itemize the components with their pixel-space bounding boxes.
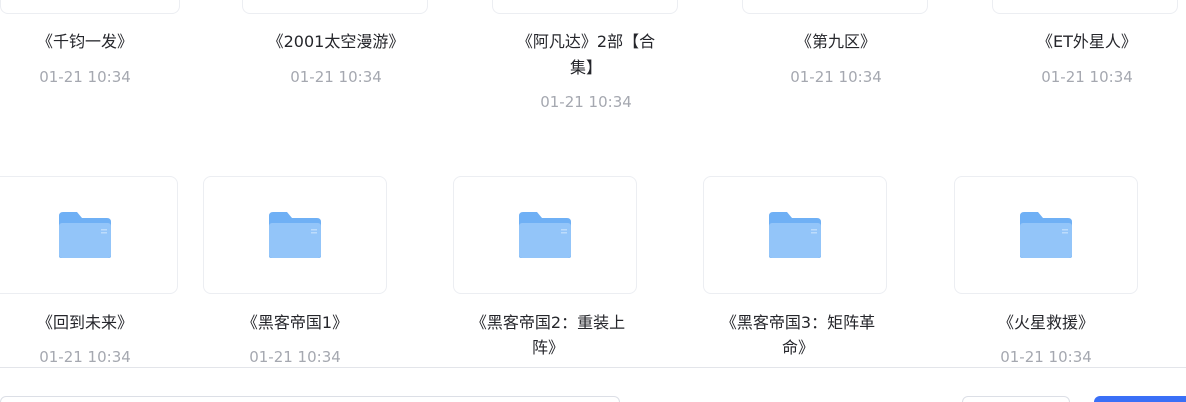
folder-name[interactable]: 《黑客帝国1》 [200, 310, 390, 336]
folder-name-line-1[interactable]: 《阿凡达》2部【合 [491, 29, 681, 55]
folder-name[interactable]: 《第九区》 [741, 29, 931, 55]
secondary-button[interactable] [962, 396, 1070, 402]
folder-date: 01-21 10:34 [249, 348, 341, 366]
folder-name-line-1[interactable]: 《黑客帝国3：矩阵革 [703, 310, 893, 336]
folder-date: 01-21 10:34 [39, 348, 131, 366]
folder-name-line-2[interactable]: 集】 [491, 55, 681, 81]
primary-button[interactable] [1094, 396, 1186, 402]
folder-date: 01-21 10:34 [1041, 68, 1133, 86]
folder-name-line-1[interactable]: 《黑客帝国2：重装上 [453, 310, 643, 336]
folder-icon [59, 212, 111, 258]
folder-date: 01-21 10:34 [790, 68, 882, 86]
folder-tile-top-edge[interactable] [0, 0, 180, 14]
folder-name[interactable]: 《2001太空漫游》 [241, 29, 431, 55]
folder-tile-top-edge[interactable] [742, 0, 928, 14]
folder-name[interactable]: 《ET外星人》 [992, 29, 1182, 55]
folder-tile[interactable] [954, 176, 1138, 294]
folder-tile[interactable] [203, 176, 387, 294]
folder-icon [1020, 212, 1072, 258]
folder-name[interactable]: 《千钧一发》 [0, 29, 180, 55]
folder-tile[interactable] [703, 176, 887, 294]
folder-date: 01-21 10:34 [540, 93, 632, 111]
folder-tile-top-edge[interactable] [242, 0, 428, 14]
folder-date: 01-21 10:34 [39, 68, 131, 86]
folder-tile-top-edge[interactable] [992, 0, 1178, 14]
folder-icon [769, 212, 821, 258]
folder-date: 01-21 10:34 [290, 68, 382, 86]
folder-icon [269, 212, 321, 258]
folder-name-line-2[interactable]: 命》 [703, 335, 893, 361]
folder-tile-top-edge[interactable] [492, 0, 678, 14]
folder-name[interactable]: 《火星救援》 [951, 310, 1141, 336]
folder-date: 01-21 10:34 [1000, 348, 1092, 366]
folder-tile[interactable] [453, 176, 637, 294]
folder-icon [519, 212, 571, 258]
folder-name[interactable]: 《回到未来》 [0, 310, 180, 336]
bottom-input[interactable] [0, 396, 620, 402]
folder-name-line-2[interactable]: 阵》 [453, 335, 643, 361]
folder-tile[interactable] [0, 176, 178, 294]
file-grid-page: 《千钧一发》 01-21 10:34 《2001太空漫游》 01-21 10:3… [0, 0, 1186, 402]
